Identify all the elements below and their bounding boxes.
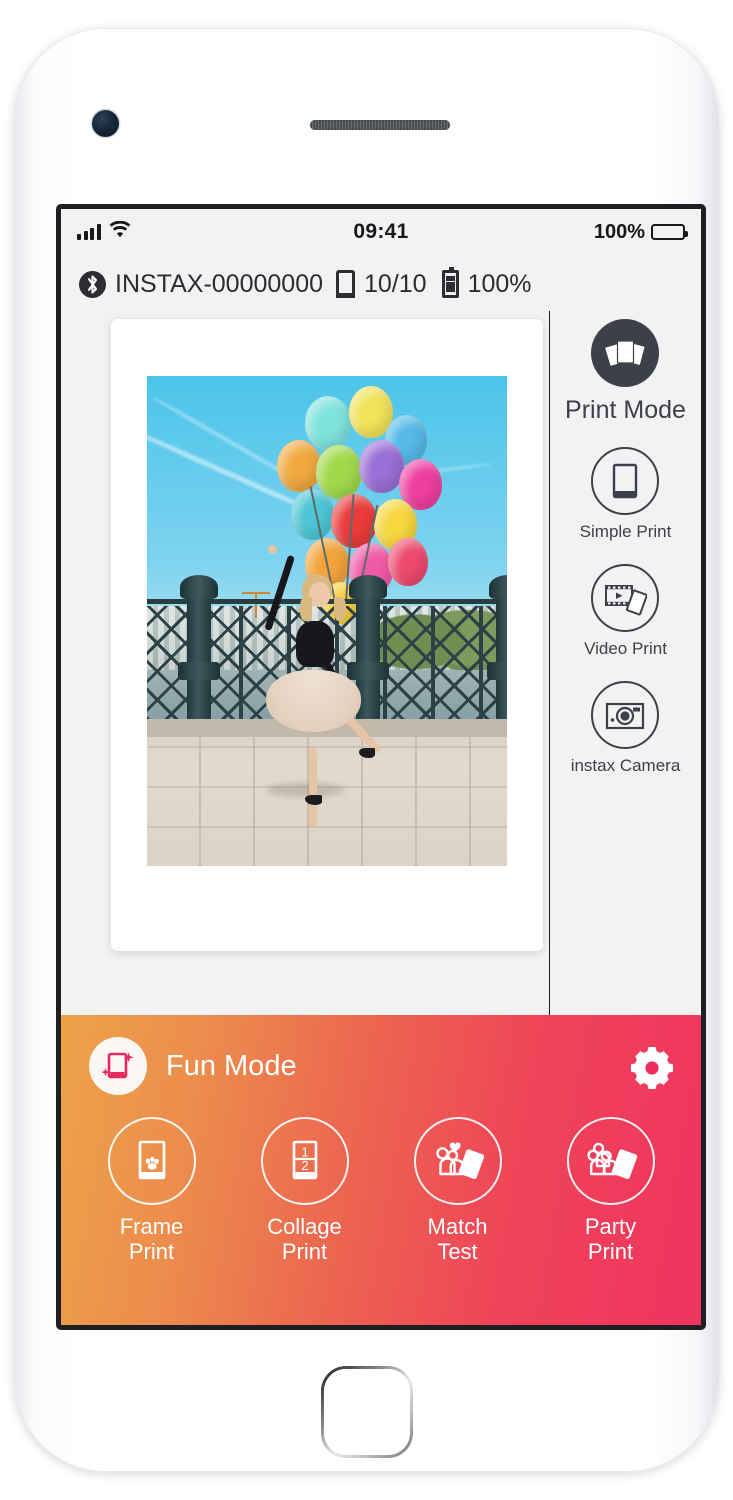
printer-name: INSTAX-00000000 — [115, 269, 323, 298]
status-bar: 09:41 100% — [61, 209, 701, 255]
film-cartridge-icon — [336, 270, 355, 298]
mode-sidebar: Print Mode Simple Print Video Print inst… — [549, 311, 701, 1015]
fun-label-frame-print: Frame Print — [119, 1214, 184, 1264]
sidebar-item-print-mode[interactable]: Print Mode — [565, 319, 686, 425]
photo-card[interactable] — [111, 319, 543, 951]
fun-label-party-print: Party Print — [584, 1214, 637, 1264]
fun-action-collage-print[interactable]: 1 2 Collage Print — [230, 1117, 380, 1264]
woman-with-balloons-photo[interactable] — [147, 376, 507, 866]
gear-icon[interactable] — [629, 1043, 675, 1089]
phone-screen: 09:41 100% INSTAX-00000000 10/10 100% Pr… — [56, 204, 706, 1330]
fun-action-party-print[interactable]: Party Print — [536, 1117, 686, 1264]
battery-icon — [651, 224, 688, 240]
single-photo-icon — [591, 447, 660, 515]
two-people-heart-photo-icon — [413, 1117, 502, 1205]
phone-body: 09:41 100% INSTAX-00000000 10/10 100% Pr… — [14, 28, 719, 1472]
sidebar-item-video-print[interactable]: Video Print — [584, 564, 667, 659]
fun-mode-panel: Fun Mode Frame Print 1 2 Collage Print M… — [61, 1015, 701, 1325]
sidebar-item-simple-print[interactable]: Simple Print — [579, 447, 672, 542]
status-bar-time: 09:41 — [353, 220, 409, 243]
battery-vertical-icon — [441, 267, 459, 298]
home-button[interactable] — [321, 1366, 413, 1458]
front-camera-icon — [92, 110, 119, 137]
collage-1-2-icon: 1 2 — [260, 1117, 349, 1205]
fun-label-collage-print: Collage Print — [267, 1214, 342, 1264]
sidebar-label-instax-camera: instax Camera — [570, 756, 681, 775]
film-count: 10/10 — [364, 269, 427, 298]
fun-mode-header: Fun Mode — [61, 1031, 701, 1095]
sidebar-label-simple-print: Simple Print — [579, 522, 672, 541]
photo-preview-pane — [61, 311, 549, 1015]
fun-label-match-test: Match Test — [427, 1214, 488, 1264]
film-strip-play-icon — [591, 564, 660, 632]
stacked-photos-icon — [591, 319, 660, 387]
sidebar-item-instax-camera[interactable]: instax Camera — [570, 681, 681, 776]
bluetooth-icon — [79, 270, 106, 298]
sidebar-label-print-mode: Print Mode — [565, 396, 686, 424]
camera-icon — [591, 681, 660, 749]
fun-mode-title: Fun Mode — [166, 1049, 297, 1082]
paw-frame-icon — [107, 1117, 196, 1205]
fun-mode-actions: Frame Print 1 2 Collage Print Match Test… — [61, 1095, 701, 1264]
fun-action-match-test[interactable]: Match Test — [383, 1117, 533, 1264]
fun-action-frame-print[interactable]: Frame Print — [77, 1117, 227, 1264]
device-info-bar: INSTAX-00000000 10/10 100% — [61, 255, 701, 311]
sparkle-phone-icon — [89, 1037, 147, 1095]
sidebar-label-video-print: Video Print — [584, 639, 667, 658]
printer-battery-level: 100% — [467, 269, 532, 298]
earpiece-speaker-icon — [310, 120, 450, 130]
svg-text:2: 2 — [301, 1158, 308, 1173]
three-people-photo-icon — [566, 1117, 655, 1205]
main-region: Print Mode Simple Print Video Print inst… — [61, 311, 701, 1015]
